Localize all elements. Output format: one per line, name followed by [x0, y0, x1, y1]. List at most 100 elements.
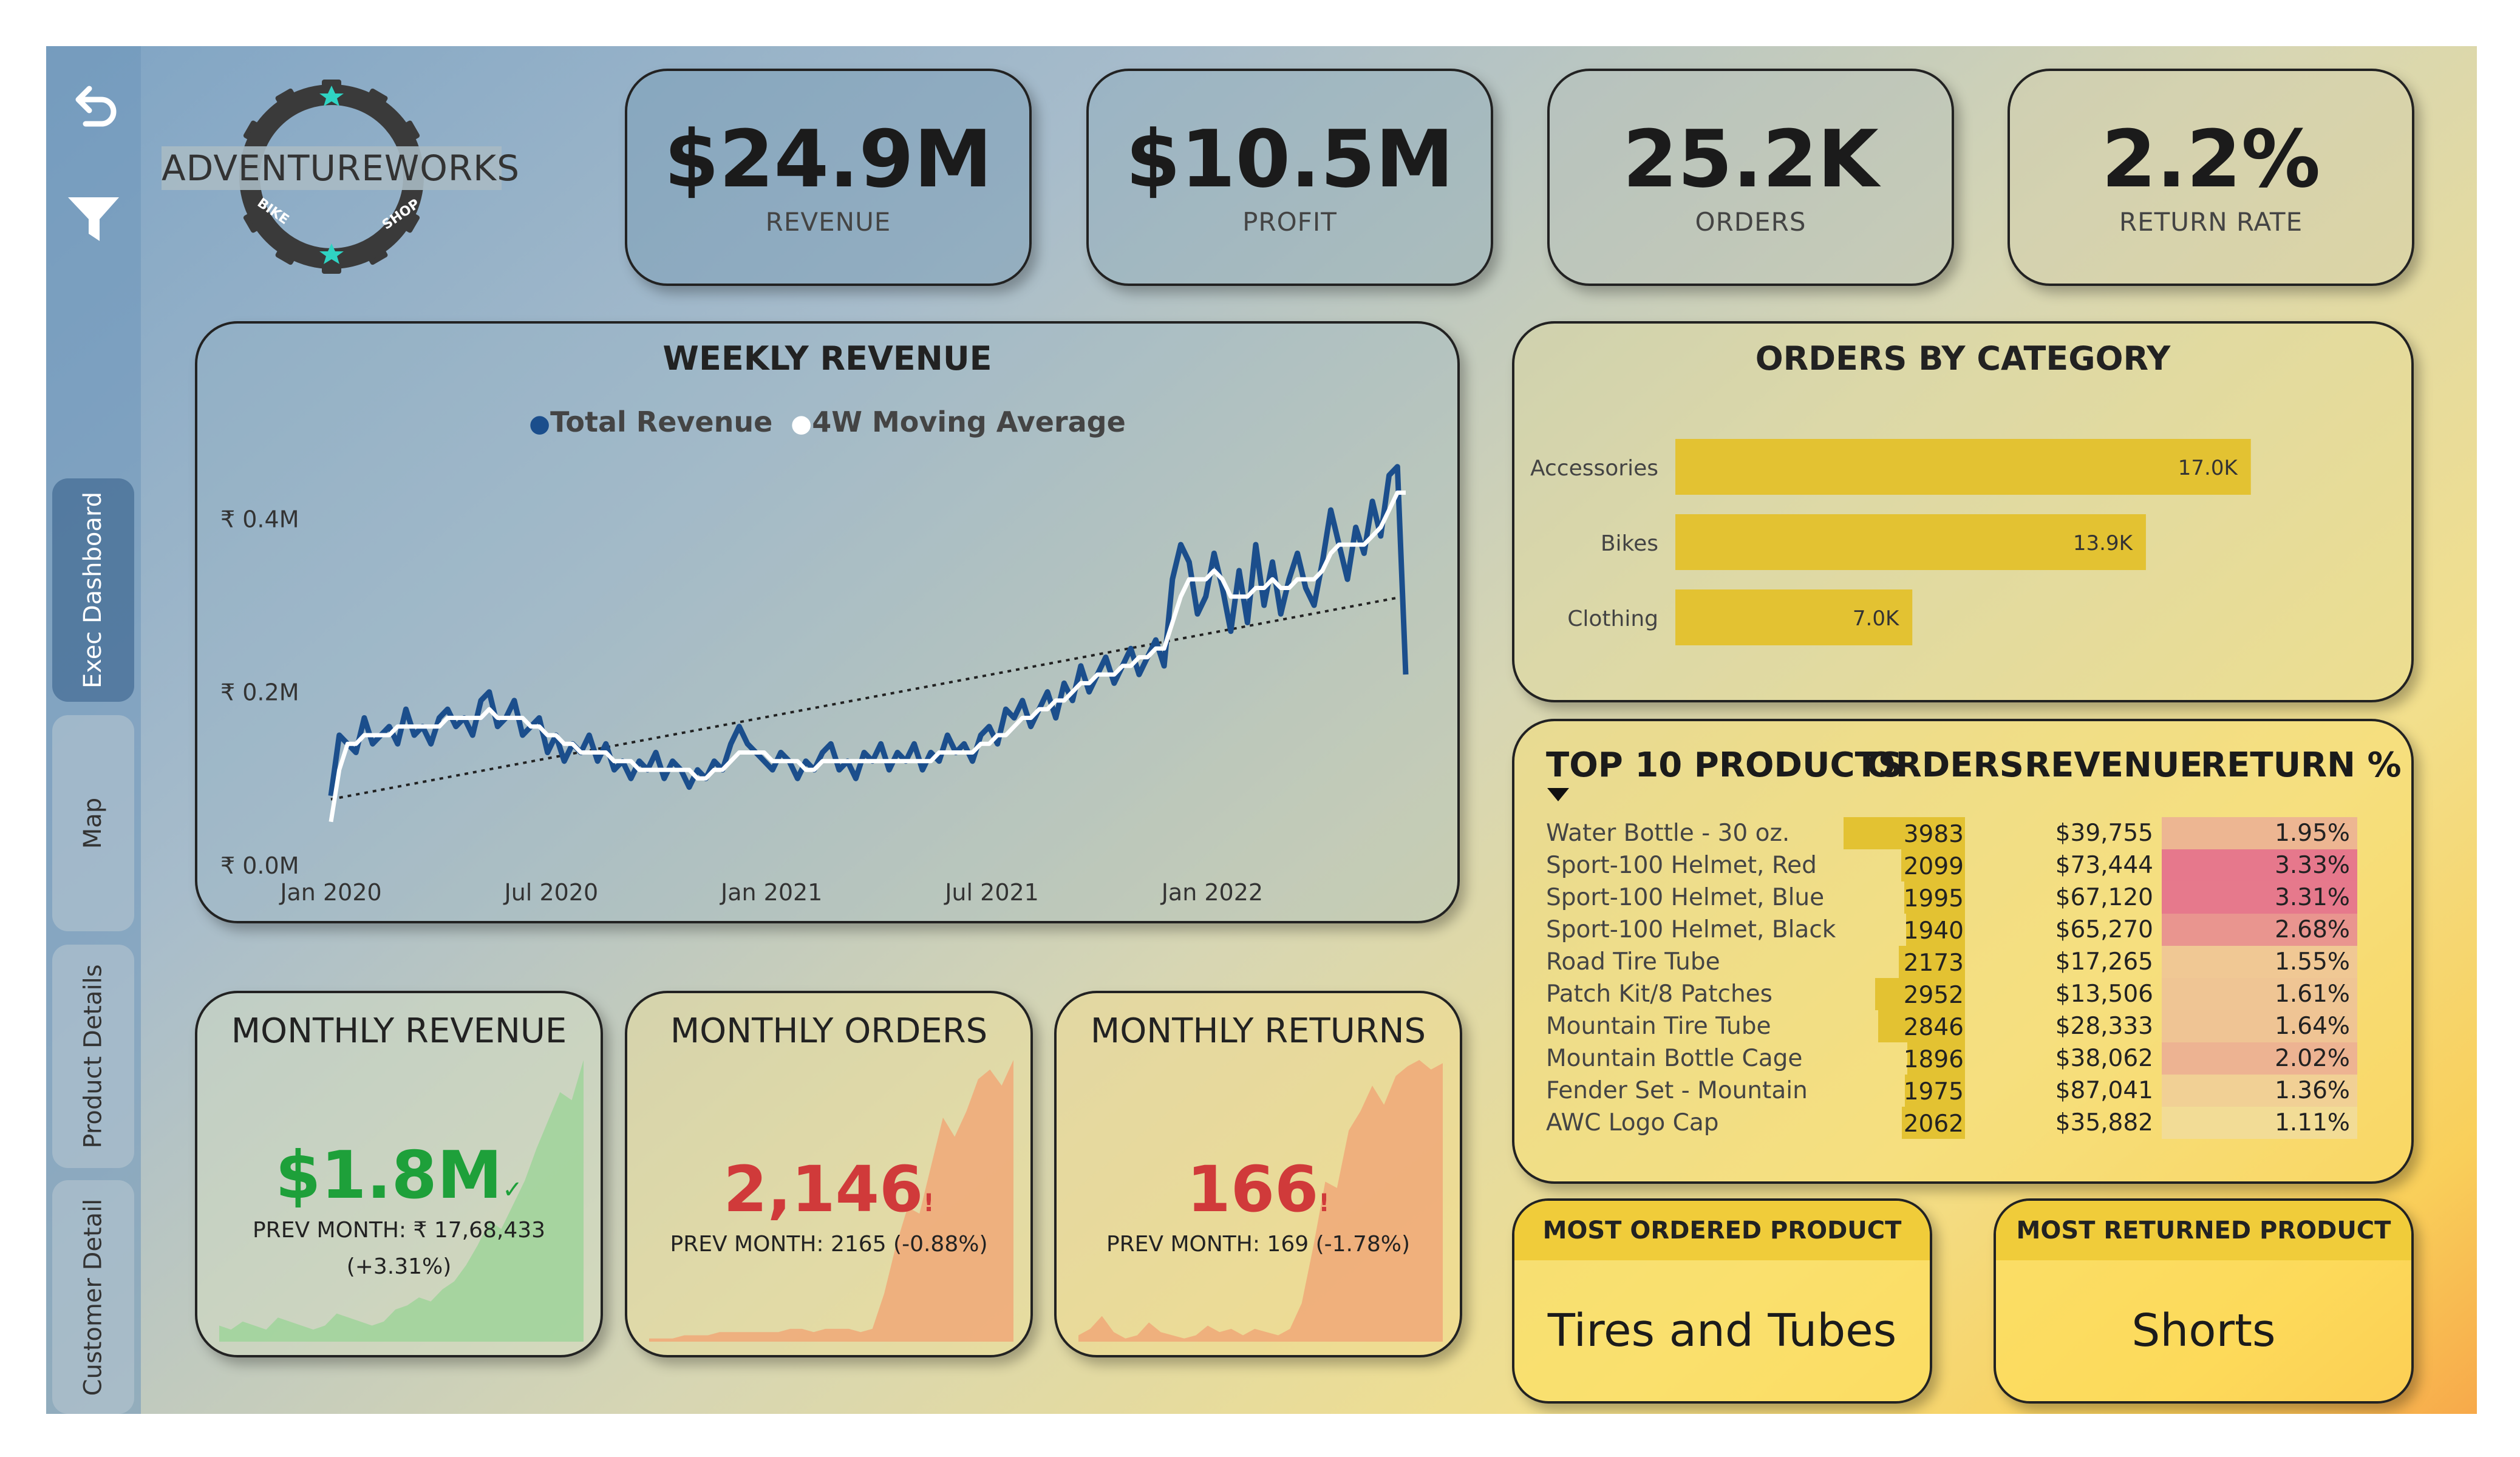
back-arrow-icon[interactable]: [61, 72, 126, 136]
kpi-value: $10.5M: [1125, 113, 1454, 206]
orders-value: 2099: [1903, 853, 1964, 880]
tab-map[interactable]: Map: [52, 715, 134, 931]
banner-label: MOST RETURNED PRODUCT: [1996, 1201, 2411, 1260]
product-name: Mountain Bottle Cage: [1546, 1045, 1803, 1072]
tab-product-details[interactable]: Product Details: [52, 945, 134, 1168]
return-pct-cell: 2.02%: [2162, 1042, 2357, 1075]
table-row[interactable]: Sport-100 Helmet, Red 2099 $73,444 3.33%: [1546, 849, 2357, 881]
return-pct-value: 1.11%: [2275, 1109, 2350, 1136]
most-returned-product-card: MOST RETURNED PRODUCT Shorts: [1994, 1198, 2414, 1404]
revenue-cell: $87,041: [2007, 1075, 2162, 1107]
table-row[interactable]: AWC Logo Cap 2062 $35,882 1.11%: [1546, 1107, 2357, 1139]
product-name: Sport-100 Helmet, Blue: [1546, 884, 1825, 911]
table-row[interactable]: Mountain Bottle Cage 1896 $38,062 2.02%: [1546, 1042, 2357, 1075]
return-pct-value: 2.68%: [2275, 916, 2350, 943]
revenue-cell: $35,882: [2007, 1107, 2162, 1139]
table-row[interactable]: Road Tire Tube 2173 $17,265 1.55%: [1546, 946, 2357, 978]
return-pct-cell: 1.55%: [2162, 946, 2357, 978]
y-tick-label: ₹ 0.4M: [220, 506, 299, 532]
revenue-value: $65,270: [2055, 916, 2153, 943]
sort-down-triangle-icon[interactable]: [1546, 787, 1570, 805]
revenue-cell: $67,120: [2007, 881, 2162, 914]
kpi-label: RETURN RATE: [2119, 206, 2303, 237]
kpi-label: ORDERS: [1695, 206, 1807, 237]
bar-value-label: 13.9K: [2073, 531, 2134, 555]
monthly-orders-card: MONTHLY ORDERS 2,146! PREV MONTH: 2165 (…: [625, 991, 1033, 1357]
category-bar[interactable]: [1675, 439, 2251, 495]
col-header-orders[interactable]: ORDERS: [1867, 745, 2024, 785]
kpi-value: $24.9M: [664, 113, 993, 206]
tab-label: Exec Dashboard: [79, 491, 107, 689]
return-pct-cell: 1.11%: [2162, 1107, 2357, 1139]
table-row[interactable]: Mountain Tire Tube 2846 $28,333 1.64%: [1546, 1010, 2357, 1042]
product-cell: Fender Set - Mountain: [1546, 1075, 1862, 1107]
return-pct-value: 1.64%: [2275, 1013, 2350, 1040]
tab-label: Customer Detail: [79, 1198, 107, 1396]
x-tick-label: Jul 2020: [503, 879, 599, 906]
orders-by-category-plot: Accessories 17.0K Bikes 13.9K Clothing 7.0K: [1530, 439, 2251, 645]
prev-month-text: PREV MONTH: 169 (-1.78%): [1106, 1232, 1411, 1257]
value-text: $1.8M: [275, 1138, 503, 1214]
table-row[interactable]: Water Bottle - 30 oz. 3983 $39,755 1.95%: [1546, 817, 2357, 849]
orders-value: 2062: [1903, 1110, 1964, 1138]
most-ordered-product-card: MOST ORDERED PRODUCT Tires and Tubes: [1512, 1198, 1932, 1404]
moving-average-line: [329, 491, 1406, 823]
orders-by-category-card: ORDERS BY CATEGORY Accessories 17.0K Bikes…: [1512, 321, 2414, 702]
value-text: 2,146: [723, 1152, 924, 1226]
product-name: Water Bottle - 30 oz.: [1546, 820, 1790, 847]
category-label: Bikes: [1601, 531, 1658, 556]
return-pct-cell: 3.33%: [2162, 849, 2357, 881]
orders-value: 1975: [1903, 1078, 1964, 1105]
logo-brand-text: ADVENTUREWORKS: [162, 146, 520, 190]
revenue-value: $73,444: [2055, 852, 2153, 879]
table-row[interactable]: Fender Set - Mountain 1975 $87,041 1.36%: [1546, 1075, 2357, 1107]
table-row[interactable]: Patch Kit/8 Patches 2952 $13,506 1.61%: [1546, 978, 2357, 1010]
return-pct-value: 1.61%: [2275, 980, 2350, 1008]
card-title: MONTHLY RETURNS: [1090, 1011, 1426, 1051]
col-header-product[interactable]: TOP 10 PRODUCTS: [1546, 745, 1902, 785]
col-header-revenue[interactable]: REVENUE: [2025, 745, 2203, 785]
return-pct-value: 2.02%: [2275, 1045, 2350, 1072]
product-name: Mountain Tire Tube: [1546, 1013, 1771, 1040]
product-name: Sport-100 Helmet, Black: [1546, 916, 1836, 943]
revenue-value: $28,333: [2055, 1013, 2153, 1040]
revenue-value: $35,882: [2055, 1109, 2153, 1136]
table-row[interactable]: Sport-100 Helmet, Black 1940 $65,270 2.68%: [1546, 914, 2357, 946]
revenue-value: $38,062: [2055, 1045, 2153, 1072]
weekly-revenue-plot: ₹ 0.4M ₹ 0.2M ₹ 0.0MJan 2020 Jul 2020 Jan 20…: [220, 464, 1409, 906]
product-cell: Sport-100 Helmet, Black: [1546, 914, 1862, 946]
kpi-value: 2.2%: [2101, 113, 2321, 206]
product-name: Road Tire Tube: [1546, 948, 1720, 976]
orders-cell: 3983: [1844, 817, 2007, 849]
col-header-return-pct[interactable]: RETURN %: [2201, 745, 2402, 785]
return-pct-cell: 1.36%: [2162, 1075, 2357, 1107]
revenue-value: $39,755: [2055, 820, 2153, 847]
monthly-orders-value: 2,146!: [627, 1152, 1030, 1226]
tab-exec-dashboard[interactable]: Exec Dashboard: [52, 478, 134, 702]
product-cell: Patch Kit/8 Patches: [1546, 978, 1862, 1010]
x-tick-label: Jan 2020: [279, 879, 381, 906]
orders-cell: 1995: [1862, 881, 2007, 914]
prev-month-text: PREV MONTH: 2165 (-0.88%): [670, 1232, 988, 1257]
return-pct-value: 1.55%: [2275, 948, 2350, 976]
change-text: (+3.31%): [346, 1254, 452, 1279]
alert-icon: !: [923, 1189, 935, 1217]
product-name: Patch Kit/8 Patches: [1546, 980, 1773, 1008]
kpi-orders-card: 25.2K ORDERS: [1547, 69, 1954, 286]
x-tick-label: Jan 2022: [1160, 879, 1263, 906]
orders-cell: 2952: [1862, 978, 2007, 1010]
company-logo: ADVENTUREWORKS BIKE SHOP: [162, 70, 520, 289]
kpi-label: REVENUE: [765, 206, 891, 237]
prev-month-text: PREV MONTH: ₹ 17,68,433: [252, 1218, 546, 1243]
revenue-cell: $28,333: [2007, 1010, 2162, 1042]
revenue-value: $87,041: [2055, 1077, 2153, 1104]
table-row[interactable]: Sport-100 Helmet, Blue 1995 $67,120 3.31%: [1546, 881, 2357, 914]
tab-customer-detail[interactable]: Customer Detail: [52, 1180, 134, 1414]
orders-value: 2173: [1903, 949, 1964, 977]
product-cell: Sport-100 Helmet, Red: [1546, 849, 1862, 881]
product-cell: AWC Logo Cap: [1546, 1107, 1862, 1139]
return-pct-cell: 2.68%: [2162, 914, 2357, 946]
top-products-card: TOP 10 PRODUCTS ORDERS REVENUE RETURN % …: [1512, 719, 2414, 1184]
filter-funnel-icon[interactable]: [61, 186, 126, 250]
category-label: Clothing: [1567, 606, 1658, 631]
